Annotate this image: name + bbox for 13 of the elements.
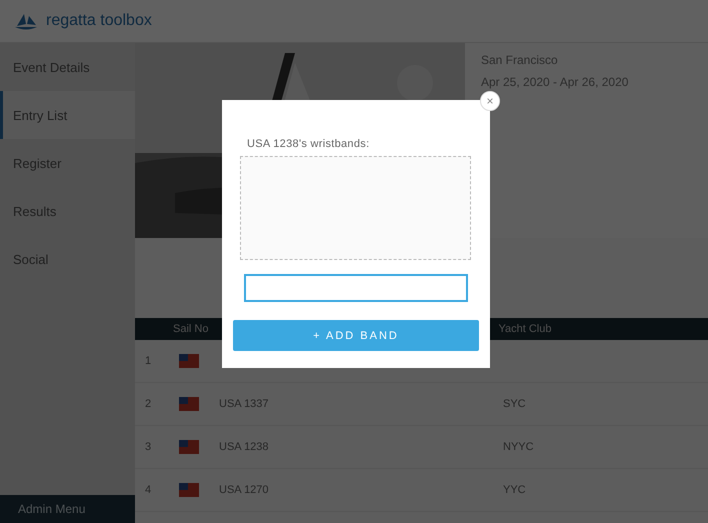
column-header: Sail No	[173, 323, 208, 335]
sailboat-logo-icon	[14, 12, 38, 30]
admin-menu-bar[interactable]: Admin Menu	[0, 495, 135, 523]
flag-icon	[179, 483, 199, 497]
flag-icon	[179, 354, 199, 368]
sidebar-item[interactable]: Entry List	[0, 91, 135, 139]
band-input-field[interactable]	[244, 274, 468, 302]
brand-name: regatta toolbox	[46, 12, 152, 30]
column-header: Yacht Club	[498, 323, 552, 335]
dialog-title: USA 1238's wristbands:	[247, 138, 370, 150]
flag-icon	[179, 397, 199, 411]
flag-icon	[179, 440, 199, 454]
add-band-button[interactable]: + ADD BAND	[233, 320, 479, 351]
